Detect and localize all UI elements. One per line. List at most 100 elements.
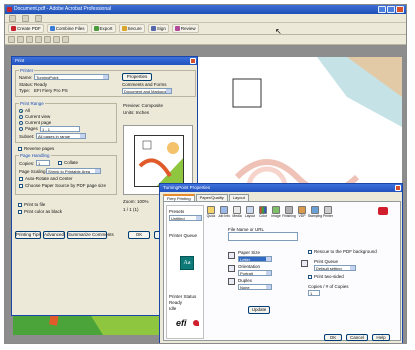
image-tab[interactable]: Image <box>271 206 281 218</box>
print-close-icon[interactable] <box>190 58 196 64</box>
export-icon <box>93 26 99 31</box>
printer-name-select[interactable]: TurningPoint <box>34 74 109 80</box>
lock-icon <box>121 26 127 31</box>
email-icon[interactable] <box>17 36 24 43</box>
props-copies-input[interactable]: 1 <box>308 290 320 296</box>
combine-icon <box>49 26 55 31</box>
select-tool-icon[interactable] <box>35 36 42 43</box>
sign-button[interactable]: Sign <box>147 24 169 33</box>
scaling-label: Page Scaling: <box>19 169 47 174</box>
range-all-radio[interactable] <box>19 109 23 113</box>
efi-logo-mark-icon <box>193 320 199 326</box>
finishing-label: Finishing <box>282 214 296 218</box>
duplex-select[interactable]: None <box>238 284 272 290</box>
review-button[interactable]: Review <box>171 24 199 33</box>
fiery-printing-pane: Presets Untitled Printer Queue Aa Printe… <box>163 201 401 341</box>
print-icon[interactable] <box>8 36 15 43</box>
summarize-button[interactable]: Summarize Comments <box>67 231 114 239</box>
menu-icon-1[interactable] <box>9 14 16 22</box>
layout-tab[interactable]: Layout <box>245 206 255 218</box>
secure-button[interactable]: Secure <box>118 24 145 33</box>
minimize-button[interactable] <box>378 6 386 13</box>
export-button[interactable]: Export <box>90 24 116 33</box>
props-cancel-button[interactable]: Cancel <box>346 334 368 341</box>
create-pdf-button[interactable]: Create PDF <box>8 24 44 33</box>
properties-button[interactable]: Properties <box>122 73 152 81</box>
quick-label: Quick <box>206 214 216 218</box>
orientation-select[interactable]: Portrait <box>238 270 272 276</box>
fit-page-icon[interactable] <box>62 36 69 43</box>
copies-input[interactable]: 1 <box>36 160 50 166</box>
preview-label: Preview: Composite <box>123 103 164 108</box>
range-pages-radio[interactable] <box>19 127 23 131</box>
units-label: Units: Inches <box>123 110 150 115</box>
stamping-tab[interactable]: Stamping <box>308 206 322 218</box>
pv-box <box>142 140 152 150</box>
maximize-button[interactable] <box>387 6 395 13</box>
scaling-select[interactable]: Shrink to Printable Area <box>46 168 101 174</box>
print-file-label: Print to file <box>24 202 46 207</box>
page-info: 1 / 1 (1) <box>123 207 139 212</box>
sign-label: Sign <box>156 26 166 31</box>
quick-access-tab[interactable]: Quick <box>206 206 216 218</box>
paper-size-icon <box>228 252 235 259</box>
print-file-checkbox[interactable] <box>18 203 22 207</box>
printing-tips-button[interactable]: Printing Tips <box>15 231 41 239</box>
pdf-background-checkbox[interactable] <box>308 250 312 254</box>
props-ok-button[interactable]: OK <box>324 334 342 341</box>
collate-checkbox[interactable] <box>58 161 62 165</box>
quick-icon <box>207 206 215 214</box>
pdf-background-label: Rescue to the PDF background <box>314 249 377 254</box>
update-button[interactable]: Update <box>248 306 270 314</box>
tab-fiery-printing[interactable]: Fiery Printing <box>163 194 195 201</box>
color-label: Color <box>258 214 268 218</box>
pages-input[interactable]: 1 - 1 <box>40 126 80 132</box>
range-pages-label: Pages <box>25 126 38 131</box>
printer-status-label: Printer Status <box>169 294 197 299</box>
zoom-out-icon[interactable] <box>53 36 60 43</box>
color-icon <box>259 206 267 214</box>
print-color-checkbox[interactable] <box>18 210 22 214</box>
props-help-button[interactable]: Help <box>372 334 390 341</box>
layout-label: Layout <box>244 214 256 218</box>
range-view-radio[interactable] <box>19 115 23 119</box>
menu-icon-2[interactable] <box>22 14 29 22</box>
ok-button[interactable]: OK <box>128 231 150 239</box>
properties-close-icon[interactable] <box>395 185 401 191</box>
print-queue-select[interactable]: Default setting <box>314 265 356 271</box>
tab-paper-quality[interactable]: Paper/Quality <box>195 194 228 201</box>
menu-icon-3[interactable] <box>35 14 42 22</box>
media-tab[interactable]: Media <box>232 206 242 218</box>
presets-select[interactable]: Untitled <box>169 215 202 221</box>
print-range-group: Print Range All Current view Current pag… <box>15 101 117 143</box>
main-toolbar: Create PDF Combine Files Export Secure S… <box>5 23 406 35</box>
pen-icon <box>150 26 156 31</box>
choose-source-checkbox[interactable] <box>19 184 23 188</box>
reverse-pages-checkbox[interactable] <box>18 147 22 151</box>
hand-tool-icon[interactable] <box>26 36 33 43</box>
zoom-in-icon[interactable] <box>44 36 51 43</box>
file-name-input[interactable] <box>228 232 298 241</box>
subset-select[interactable]: All pages in range <box>36 133 86 139</box>
printer-tab[interactable]: Printer <box>323 206 333 218</box>
choose-source-label: Choose Paper Source by PDF page size <box>25 183 107 188</box>
close-button[interactable] <box>396 6 404 13</box>
two-sided-checkbox[interactable] <box>308 275 312 279</box>
tab-layout[interactable]: Layout <box>228 194 249 201</box>
color-tab[interactable]: Color <box>258 206 268 218</box>
export-label: Export <box>99 26 113 31</box>
auto-rotate-checkbox[interactable] <box>19 177 23 181</box>
comments-select[interactable]: Document and Markups <box>122 88 172 94</box>
job-info-tab[interactable]: Job Info <box>218 206 230 218</box>
subset-label: Subset: <box>19 134 35 139</box>
combine-files-button[interactable]: Combine Files <box>46 24 88 33</box>
paper-size-label: Paper Size <box>238 250 261 255</box>
vdp-tab[interactable]: VDP <box>297 206 307 218</box>
window-controls <box>378 6 404 13</box>
range-page-radio[interactable] <box>19 121 23 125</box>
idle-label: Idle <box>169 306 177 311</box>
advanced-button[interactable]: Advanced <box>43 231 65 239</box>
finishing-tab[interactable]: Finishing <box>282 206 296 218</box>
acrobat-icon <box>7 7 12 12</box>
paper-size-select[interactable]: Letter <box>238 256 272 262</box>
